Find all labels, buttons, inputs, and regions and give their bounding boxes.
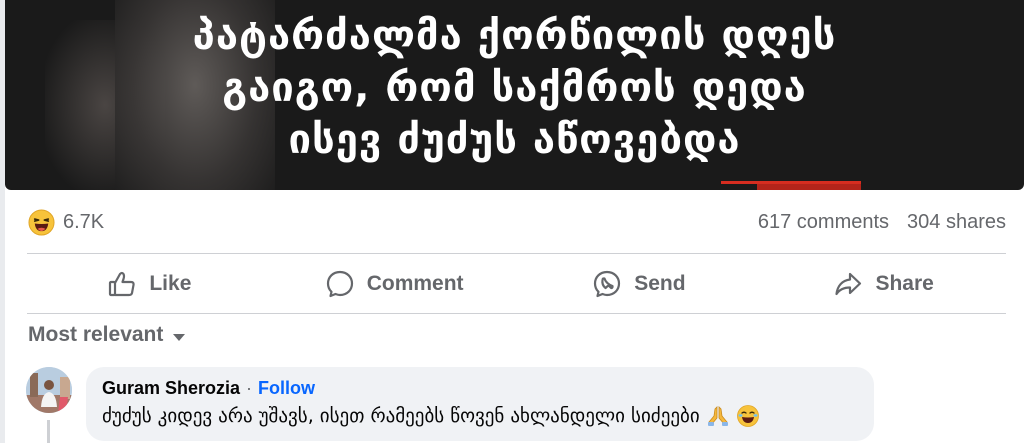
divider bbox=[27, 313, 1006, 314]
comment-header: Guram Sherozia · Follow bbox=[102, 378, 315, 399]
headline-line: პატარძალმა ქორწილის დღეს bbox=[192, 13, 837, 59]
reply-thread-line bbox=[47, 420, 50, 443]
headline-line: ისევ ძუძუს აწოვებდა bbox=[288, 117, 741, 163]
send-label: Send bbox=[634, 272, 686, 295]
image-red-accent bbox=[757, 184, 861, 190]
like-label: Like bbox=[149, 272, 192, 295]
share-label: Share bbox=[875, 272, 934, 295]
avatar-photo bbox=[26, 367, 72, 413]
comment-text: ძუძუს კიდევ არა უშავს, ისეთ რამეებს წოვე… bbox=[102, 405, 700, 427]
post-image[interactable]: პატარძალმა ქორწილის დღეს გაიგო, რომ საქმ… bbox=[5, 0, 1024, 190]
avatar[interactable] bbox=[26, 367, 72, 413]
comment-button[interactable]: Comment bbox=[272, 269, 517, 299]
separator-dot: · bbox=[246, 378, 253, 398]
comment-label: Comment bbox=[366, 272, 464, 295]
laughing-emoji-icon bbox=[736, 405, 759, 427]
reaction-count: 6.7K bbox=[63, 210, 105, 233]
comment-sort-dropdown[interactable]: Most relevant bbox=[28, 323, 186, 347]
shares-count[interactable]: 304 shares bbox=[907, 211, 1006, 234]
share-icon bbox=[835, 272, 862, 296]
comment-author[interactable]: Guram Sherozia bbox=[102, 378, 240, 399]
like-icon bbox=[109, 271, 136, 297]
post-stats-bar: 6.7K 617 comments 304 shares bbox=[28, 206, 1006, 238]
follow-button[interactable]: Follow bbox=[258, 378, 315, 399]
praying-hands-icon bbox=[707, 406, 728, 426]
share-button[interactable]: Share bbox=[761, 269, 1006, 299]
reactions-summary[interactable]: 6.7K bbox=[28, 208, 105, 236]
chevron-down-icon bbox=[173, 333, 186, 341]
post-image-headline: პატარძალმა ქორწილის დღეს გაიგო, რომ საქმ… bbox=[5, 10, 1024, 166]
comments-count[interactable]: 617 comments bbox=[758, 211, 889, 234]
divider bbox=[27, 253, 1006, 254]
headline-line: გაიგო, რომ საქმროს დედა bbox=[222, 65, 807, 111]
comment-body: ძუძუს კიდევ არა უშავს, ისეთ რამეებს წოვე… bbox=[102, 404, 760, 428]
comment-bubble: Guram Sherozia · Follow ძუძუს კიდევ არა … bbox=[86, 367, 874, 441]
haha-reaction-icon bbox=[28, 208, 55, 236]
send-button[interactable]: Send bbox=[517, 269, 762, 299]
post-actions-bar: Like Comment Send Share bbox=[27, 262, 1006, 306]
comment-icon bbox=[326, 270, 353, 298]
messenger-icon bbox=[594, 270, 621, 298]
like-button[interactable]: Like bbox=[27, 269, 272, 299]
sort-label: Most relevant bbox=[28, 323, 164, 346]
engagement-counts: 617 comments 304 shares bbox=[758, 211, 1006, 234]
